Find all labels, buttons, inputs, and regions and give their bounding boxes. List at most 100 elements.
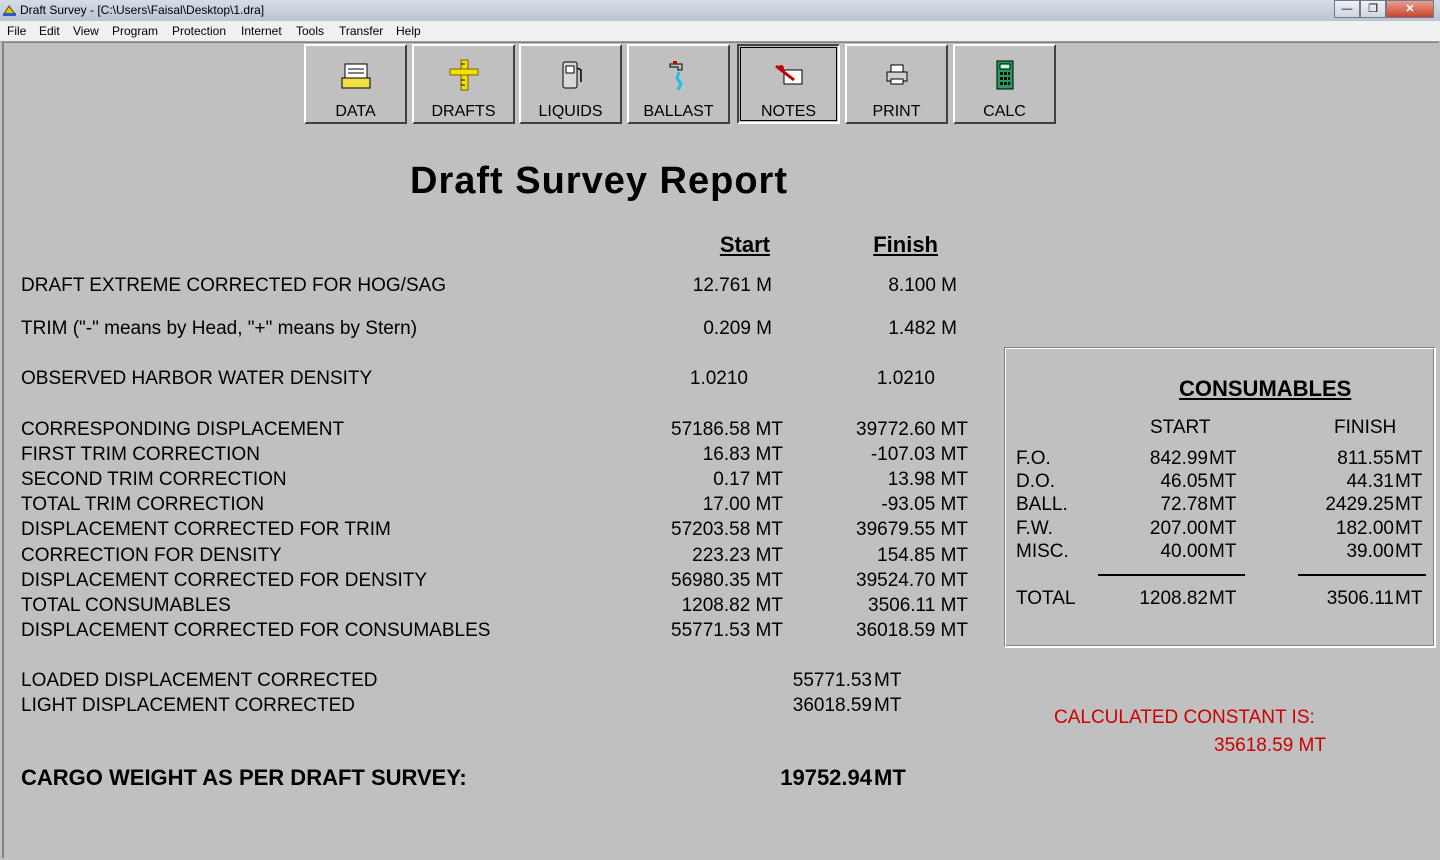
table-row-label: CORRESPONDING DISPLACEMENT — [21, 419, 345, 440]
calculator-icon — [996, 60, 1013, 90]
loaded-displacement-value: 55771.53 — [792, 670, 872, 691]
start-column-header: Start — [719, 232, 770, 257]
table-row-start: 16.83 MT — [702, 444, 783, 465]
calc-button[interactable]: CALC — [953, 44, 1056, 124]
consumable-finish-unit: MT — [1395, 541, 1423, 562]
light-displacement-value: 36018.59 — [792, 695, 872, 716]
table-row-finish: -93.05 MT — [881, 494, 968, 515]
table-row-label: SECOND TRIM CORRECTION — [21, 469, 287, 490]
consumable-start: 40.00 — [1160, 541, 1208, 562]
consumable-start-unit: MT — [1209, 541, 1237, 562]
consumable-finish: 182.00 — [1335, 518, 1394, 539]
consumables-start-header: START — [1150, 417, 1211, 438]
table-row-label: DISPLACEMENT CORRECTED FOR TRIM — [21, 519, 391, 540]
consumable-label: BALL. — [1016, 494, 1068, 515]
cargo-weight-label: CARGO WEIGHT AS PER DRAFT SURVEY: — [21, 765, 467, 790]
consumable-finish-unit: MT — [1395, 471, 1423, 492]
table-row-label: CORRECTION FOR DENSITY — [21, 545, 282, 566]
menu-view[interactable]: View — [73, 24, 99, 38]
table-row-start: 57203.58 MT — [671, 519, 783, 540]
consumables-finish-header: FINISH — [1334, 417, 1397, 438]
consumable-start: 842.99 — [1149, 448, 1208, 469]
consumable-label: MISC. — [1016, 541, 1069, 562]
constant-value: 35618.59 MT — [1214, 735, 1326, 756]
table-row-finish: -107.03 MT — [870, 444, 968, 465]
table-row-label: TOTAL CONSUMABLES — [21, 595, 231, 616]
menu-edit[interactable]: Edit — [39, 24, 60, 38]
document-icon — [341, 63, 370, 89]
close-button[interactable]: ✕ — [1386, 0, 1434, 18]
consumable-start: 207.00 — [1149, 518, 1208, 539]
loaded-displacement-unit: MT — [874, 670, 902, 691]
consumable-finish: 39.00 — [1346, 541, 1394, 562]
table-row-start: 56980.35 MT — [671, 570, 783, 591]
consumable-finish: 44.31 — [1346, 471, 1394, 492]
print-button[interactable]: PRINT — [845, 44, 948, 124]
app-icon — [3, 5, 16, 16]
drafts-button-label: DRAFTS — [431, 103, 496, 120]
drafts-button[interactable]: DRAFTS — [412, 44, 515, 124]
consumable-finish-unit: MT — [1395, 448, 1423, 469]
minimize-button[interactable]: — — [1334, 0, 1360, 18]
consumables-title: CONSUMABLES — [1179, 376, 1352, 401]
consumables-total-label: TOTAL — [1016, 588, 1076, 609]
loaded-displacement-label: LOADED DISPLACEMENT CORRECTED — [21, 670, 378, 691]
table-row-start: 57186.58 MT — [671, 419, 783, 440]
print-button-label: PRINT — [872, 103, 921, 120]
ballast-button[interactable]: BALLAST — [627, 44, 730, 124]
page-title: Draft Survey Report — [410, 160, 788, 202]
table-row-finish: 36018.59 MT — [856, 620, 968, 641]
table-row-start: 0.17 MT — [713, 469, 783, 490]
calc-button-label: CALC — [983, 103, 1026, 120]
consumables-total-start-unit: MT — [1209, 588, 1237, 609]
table-row-label: DISPLACEMENT CORRECTED FOR DENSITY — [21, 570, 428, 591]
density-finish: 1.0210 — [876, 368, 935, 389]
draft-extreme-label: DRAFT EXTREME CORRECTED FOR HOG/SAG — [21, 275, 447, 296]
consumable-finish: 2429.25 — [1325, 494, 1394, 515]
menu-bar: File Edit View Program Protection Intern… — [0, 21, 1440, 42]
start-total-divider — [1098, 574, 1245, 576]
table-row-finish: 3506.11 MT — [868, 595, 968, 616]
menu-file[interactable]: File — [7, 24, 26, 38]
table-row-start: 17.00 MT — [702, 494, 783, 515]
finish-column-header: Finish — [873, 232, 938, 257]
consumable-finish-unit: MT — [1395, 494, 1423, 515]
notes-button[interactable]: NOTES — [737, 44, 840, 124]
cargo-weight-unit: MT — [874, 765, 906, 790]
table-row-label: TOTAL TRIM CORRECTION — [21, 494, 265, 515]
notes-icon — [774, 64, 802, 85]
table-row-finish: 39679.55 MT — [856, 519, 968, 540]
cargo-weight-value: 19752.94 — [780, 765, 872, 790]
ruler-cross-icon — [449, 59, 478, 91]
table-row-start: 1208.82 MT — [681, 595, 783, 616]
liquids-button[interactable]: LIQUIDS — [519, 44, 622, 124]
printer-icon — [886, 64, 907, 85]
trim-finish: 1.482 M — [888, 318, 957, 339]
consumable-start: 46.05 — [1160, 471, 1208, 492]
title-bar: Draft Survey - [C:\Users\Faisal\Desktop\… — [0, 0, 1440, 22]
table-row-start: 55771.53 MT — [671, 620, 783, 641]
table-row-label: FIRST TRIM CORRECTION — [21, 444, 260, 465]
data-button[interactable]: DATA — [304, 44, 407, 124]
consumables-total-finish: 3506.11 — [1326, 588, 1394, 609]
consumable-finish-unit: MT — [1395, 518, 1423, 539]
menu-transfer[interactable]: Transfer — [339, 24, 383, 38]
maximize-button[interactable]: ❐ — [1360, 0, 1386, 18]
menu-protection[interactable]: Protection — [172, 24, 226, 38]
density-label: OBSERVED HARBOR WATER DENSITY — [21, 368, 373, 389]
notes-button-label: NOTES — [760, 103, 817, 120]
table-row-label: DISPLACEMENT CORRECTED FOR CONSUMABLES — [21, 620, 491, 641]
table-row-start: 223.23 MT — [692, 545, 783, 566]
menu-internet[interactable]: Internet — [241, 24, 282, 38]
light-displacement-label: LIGHT DISPLACEMENT CORRECTED — [21, 695, 355, 716]
table-row-finish: 154.85 MT — [877, 545, 968, 566]
trim-start: 0.209 M — [703, 318, 772, 339]
liquids-button-label: LIQUIDS — [538, 103, 603, 120]
menu-tools[interactable]: Tools — [296, 24, 324, 38]
consumable-start-unit: MT — [1209, 518, 1237, 539]
consumables-total-finish-unit: MT — [1395, 588, 1423, 609]
menu-program[interactable]: Program — [112, 24, 158, 38]
table-row-finish: 13.98 MT — [887, 469, 968, 490]
draft-extreme-start: 12.761 M — [692, 275, 772, 296]
menu-help[interactable]: Help — [396, 24, 421, 38]
